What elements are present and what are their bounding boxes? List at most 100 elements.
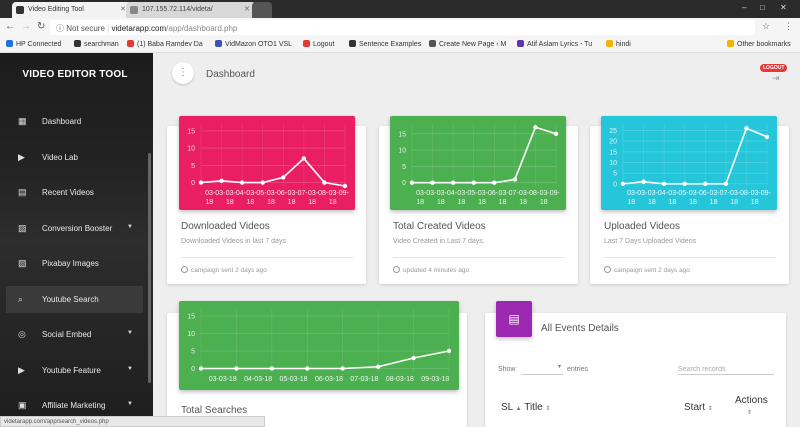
data-point [409,180,415,185]
y-tick-label: 10 [609,160,617,167]
x-tick-label: 03-08- [519,190,540,197]
not-secure-label: Not secure [66,24,105,33]
sidebar-scrollbar[interactable] [148,153,151,383]
x-tick-label: 18 [478,199,486,206]
data-point [744,126,749,131]
bookmark-folder[interactable]: hindi [606,40,631,48]
back-icon[interactable]: ← [5,21,15,32]
bookmark-item[interactable]: searchman [74,40,119,48]
status-bar-url: videtarapp.com/app/search_videos.php [0,416,265,427]
bookmark-icon [429,40,436,47]
browser-menu-icon[interactable]: ⋮ [784,21,793,32]
y-tick-label: 0 [402,180,406,187]
x-tick-label: 03-08- [730,190,751,197]
sidebar-item-youtube-search[interactable]: ⌕ Youtube Search [6,286,143,313]
folder-icon [727,40,734,47]
search-records-input[interactable] [678,362,774,375]
menu-toggle-button[interactable]: ⋮ [172,62,194,84]
image-icon: ▨ [18,223,27,233]
column-header-start[interactable]: Start ⇕ [684,402,713,413]
chevron-down-icon: ▾ [557,364,561,370]
clock-icon [393,266,400,273]
sidebar-item-recent-videos[interactable]: ▤ Recent Videos [6,179,143,206]
column-header-actions: Actions ⇕ [735,395,768,416]
reload-icon[interactable]: ↻ [37,21,45,32]
bookmark-icon [215,40,222,47]
sidebar-item-label: Pixabay Images [42,259,99,268]
bookmark-item[interactable]: Atif Aslam Lyrics - Tu [517,40,592,48]
bookmark-item[interactable]: VidMazon OTO1 VSL [215,40,292,48]
sidebar-item-label: Social Embed [42,330,92,339]
data-point [219,178,224,184]
data-point [661,181,667,187]
new-tab-button[interactable] [252,2,272,18]
bookmark-icon [349,40,356,47]
y-tick-label: 5 [613,171,617,178]
entries-select[interactable]: ▾ [521,363,563,375]
x-tick-label: 03-04- [648,190,669,197]
sidebar-item-dashboard[interactable]: ▦ Dashboard [6,108,143,135]
sidebar-item-label: Video Lab [42,153,78,162]
x-tick-label: 18 [540,199,548,206]
browser-tab[interactable]: 107.155.72.114/videta/ ✕ [126,2,256,18]
x-tick-label: 03-03- [627,190,648,197]
caret-down-icon: ▼ [127,366,133,372]
bookmark-folder[interactable]: Other bookmarks [727,40,791,48]
x-tick-label: 18 [416,199,424,206]
data-point [471,180,476,185]
browser-tab-bar: Video Editing Tool ✕ 107.155.72.114/vide… [0,0,800,18]
maximize-icon[interactable]: □ [760,3,765,12]
pixabay-icon: ▧ [18,258,27,268]
card-title: Downloaded Videos [181,221,270,232]
sidebar-item-conversion-booster[interactable]: ▨ Conversion Booster ▼ [6,215,143,242]
x-tick-label: 05-03-18 [280,376,308,383]
forward-icon[interactable]: → [21,21,31,32]
bookmark-item[interactable]: HP Connected [6,40,61,48]
close-window-icon[interactable]: ✕ [780,3,787,12]
data-point [620,181,626,187]
sidebar-item-pixabay-images[interactable]: ▧ Pixabay Images [6,250,143,277]
x-tick-label: 09-03-18 [421,376,449,383]
close-tab-icon[interactable]: ✕ [244,5,250,13]
data-point [281,175,286,180]
data-point [764,134,770,140]
card-title: Total Searches [181,405,248,416]
card-divider [604,257,776,258]
x-tick-label: 18 [267,199,275,206]
sidebar-item-social-embed[interactable]: ◎ Social Embed ▼ [6,321,143,348]
affiliate-icon: ▣ [18,400,27,410]
column-header-sl[interactable]: SL ▲ Title ⇕ [501,402,551,413]
sidebar-item-affiliate-marketing[interactable]: ▣ Affiliate Marketing ▼ [6,392,143,419]
y-tick-label: 10 [187,146,195,153]
x-tick-label: 18 [458,199,466,206]
url-field[interactable]: ⓘ Not secure | videtarapp.com/app/dashbo… [50,20,755,35]
bookmark-item[interactable]: Logout [303,40,334,48]
card-divider [393,257,565,258]
bookmark-item[interactable]: Create New Page ‹ M [429,40,506,48]
bookmark-star-icon[interactable]: ☆ [762,21,770,32]
x-tick-label: 18 [205,199,213,206]
sidebar-item-video-lab[interactable]: ▶ Video Lab [6,144,143,171]
data-point [375,364,381,369]
data-point [723,181,729,187]
data-point [553,131,559,136]
browser-tab-active[interactable]: Video Editing Tool ✕ [12,2,132,18]
y-tick-label: 5 [402,164,406,171]
x-tick-label: 03-03- [205,190,226,197]
bookmark-item[interactable]: (1) Baba Ramdev Da [127,40,203,48]
minimize-icon[interactable]: – [742,3,746,12]
x-tick-label: 18 [751,199,759,206]
card-subtitle: Video Created in Last 7 days. [393,238,485,245]
y-tick-label: 10 [398,148,406,155]
downloaded-videos-chart: 0 5 10 15 03-03- 18 03-04- 18 03-05- 18 03-06- 18 03… [179,116,355,210]
x-tick-label: 08-03-18 [386,376,414,383]
logout-icon[interactable]: ⇥ [772,73,780,84]
sidebar-item-youtube-feature[interactable]: ▶ Youtube Feature ▼ [6,357,143,384]
logout-badge[interactable]: LOGOUT [760,64,788,72]
card-divider [181,257,353,258]
bookmark-item[interactable]: Sentence Examples [349,40,421,48]
data-point [198,180,204,185]
tab-favicon-icon [130,6,138,14]
y-tick-label: 10 [187,331,195,338]
recent-videos-icon: ▤ [18,187,27,197]
